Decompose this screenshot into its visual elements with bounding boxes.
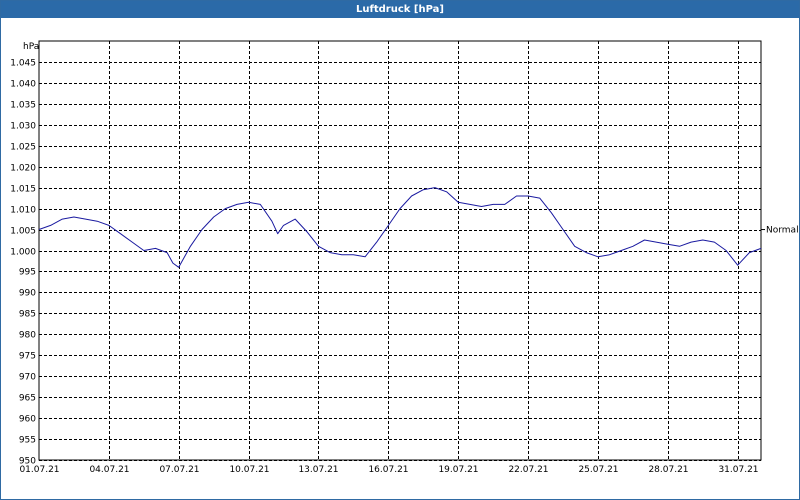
y-tick-label: 1.045	[10, 59, 36, 69]
normal-reference-label: Normal	[766, 226, 799, 236]
y-tick-label: 995	[19, 268, 36, 278]
series-layer	[38, 187, 762, 268]
y-tick-label: 990	[19, 289, 36, 299]
x-tick-label: 16.07.21	[368, 465, 408, 475]
y-tick-label: 1.005	[10, 227, 36, 237]
x-tick-label: 01.07.21	[19, 465, 59, 475]
x-axis: 01.07.21 04.07.21 07.07.21 10.07.21 13.07.21…	[19, 465, 758, 475]
x-tick-label: 22.07.21	[508, 465, 548, 475]
x-tick-label: 04.07.21	[89, 465, 129, 475]
y-tick-label: 1.015	[10, 185, 36, 195]
y-tick-label: 1.035	[10, 101, 36, 111]
y-tick-label: 1.025	[10, 143, 36, 153]
chart-window: Luftdruck [hPa] 950 955 960 965 970 975 980 985…	[0, 0, 800, 500]
y-axis: 9509559609659709759809859909951.0001.005…	[10, 59, 36, 467]
y-tick-label: 1.020	[10, 164, 36, 174]
y-tick-label: 1.030	[10, 122, 36, 132]
grid-lines	[39, 41, 761, 461]
y-tick-label: 965	[19, 394, 36, 404]
pressure-series-line	[38, 187, 762, 268]
y-tick-label: 1.040	[10, 80, 36, 90]
x-tick-label: 25.07.21	[578, 465, 618, 475]
x-tick-label: 19.07.21	[438, 465, 478, 475]
reference-label-group: Normal	[761, 226, 799, 236]
y-tick-label: 975	[19, 352, 36, 362]
x-tick-label: 07.07.21	[159, 465, 199, 475]
y-axis-label: hPa	[23, 42, 39, 52]
y-tick-label: 955	[19, 436, 36, 446]
x-tick-label: 13.07.21	[298, 465, 338, 475]
y-tick-label: 960	[19, 415, 36, 425]
y-tick-label: 985	[19, 310, 36, 320]
x-tick-label: 10.07.21	[229, 465, 269, 475]
pressure-chart: 9509559609659709759809859909951.0001.005…	[10, 40, 799, 475]
y-tick-label: 980	[19, 331, 36, 341]
x-tick-label: 31.07.21	[718, 465, 758, 475]
y-tick-label: 1.000	[10, 248, 36, 258]
x-tick-label: 28.07.21	[648, 465, 688, 475]
y-tick-label: 970	[19, 373, 36, 383]
y-tick-label: 1.010	[10, 206, 36, 216]
